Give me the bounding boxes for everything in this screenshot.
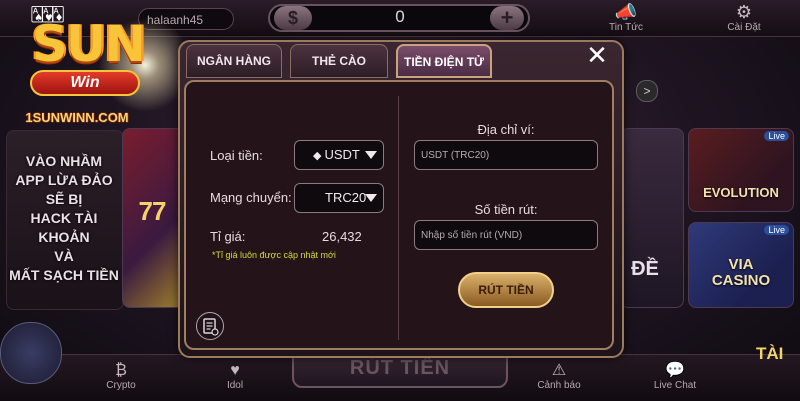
warning-line: MẤT SẠCH TIỀN	[9, 267, 119, 283]
crypto-button[interactable]: ₿ Crypto	[86, 362, 156, 391]
balance-value: 0	[395, 7, 405, 26]
game-tile-evolution[interactable]: Live EVOLUTION	[688, 128, 794, 212]
history-button[interactable]	[196, 312, 224, 340]
currency-type-select[interactable]: ◆ USDT	[294, 140, 384, 170]
warning-line: HACK TÀI KHOẢN	[30, 210, 98, 245]
news-label: Tin Tức	[609, 22, 643, 33]
settings-label: Cài Đặt	[727, 22, 761, 33]
column-divider	[398, 96, 399, 340]
network-value: TRC20	[325, 190, 367, 205]
wallet-address-label: Địa chỉ ví:	[477, 122, 535, 137]
game-tile-lottery-label: ĐỀ	[631, 258, 659, 280]
withdraw-button[interactable]: RÚT TIỀN	[458, 272, 554, 308]
currency-type-value: USDT	[324, 147, 360, 162]
game-tile-slot-label: 77	[138, 196, 167, 226]
wallet-address-input[interactable]	[414, 140, 598, 170]
chat-icon: 💬	[665, 362, 685, 379]
game-tile-lottery[interactable]	[620, 128, 684, 308]
live-badge: Live	[764, 131, 789, 141]
heart-icon: ♥	[230, 362, 240, 379]
crypto-label: Crypto	[106, 380, 136, 391]
megaphone-icon: 📣	[614, 2, 638, 22]
currency-type-label: Loại tiền:	[210, 148, 263, 163]
report-button[interactable]: ⚠ Cảnh báo	[524, 362, 594, 391]
chevron-down-icon	[365, 194, 377, 202]
warning-line: SẼ BỊ	[45, 191, 83, 207]
tab-card[interactable]: THẺ CÀO	[290, 44, 388, 78]
rate-note: *Tỉ giá luôn được cập nhật mới	[212, 250, 336, 260]
idol-label: Idol	[226, 380, 244, 391]
tab-bank[interactable]: NGÂN HÀNG	[186, 44, 282, 78]
amount-label: Số tiền rút:	[474, 202, 538, 217]
idol-button[interactable]: ♥ Idol	[200, 362, 270, 391]
network-select[interactable]: TRC20	[294, 183, 384, 213]
warning-line: VÀ	[54, 248, 74, 264]
warning-line: VÀO NHẦM	[25, 153, 103, 169]
warning-line: APP LỪA ĐẢO	[15, 172, 113, 188]
gear-icon: ⚙	[735, 2, 753, 22]
logo-ribbon: Win	[30, 70, 140, 96]
chevron-right-icon[interactable]: >	[636, 80, 658, 102]
dollar-icon[interactable]: $	[274, 6, 312, 30]
logo-brand: SUN	[31, 15, 146, 73]
live-chat-button[interactable]: 💬 Live Chat	[640, 362, 710, 391]
warning-icon: ⚠	[551, 362, 567, 379]
jackpot-icon[interactable]	[0, 322, 62, 384]
rate-value: 26,432	[322, 229, 362, 244]
close-icon[interactable]: ✕	[580, 40, 614, 70]
add-funds-button[interactable]: +	[490, 6, 524, 30]
chevron-down-icon	[365, 151, 377, 159]
report-label: Cảnh báo	[537, 380, 581, 391]
evolution-label: EVOLUTION	[703, 185, 779, 200]
network-label: Mạng chuyển:	[210, 190, 292, 205]
via-casino-label: VIA CASINO	[711, 256, 771, 289]
game-tile-via-casino[interactable]: Live VIA CASINO	[688, 222, 794, 308]
tab-crypto[interactable]: TIỀN ĐIỆN TỬ	[396, 44, 492, 78]
live-badge: Live	[764, 225, 789, 235]
settings-button[interactable]: ⚙ Cài Đặt	[704, 2, 784, 33]
live-chat-label: Live Chat	[653, 380, 697, 391]
amount-input[interactable]	[414, 220, 598, 250]
diamond-icon: ◆	[313, 150, 322, 162]
news-button[interactable]: 📣 Tin Tức	[586, 2, 666, 33]
tai-label[interactable]: TÀI	[756, 344, 783, 364]
document-icon	[203, 318, 219, 336]
rate-label: Tỉ giá:	[210, 229, 246, 244]
logo-url: 1SUNWINN.COM	[25, 110, 129, 125]
bitcoin-icon: ₿	[115, 362, 127, 379]
warning-text: VÀO NHẦM APP LỪA ĐẢO SẼ BỊ HACK TÀI KHOẢ…	[8, 152, 120, 285]
